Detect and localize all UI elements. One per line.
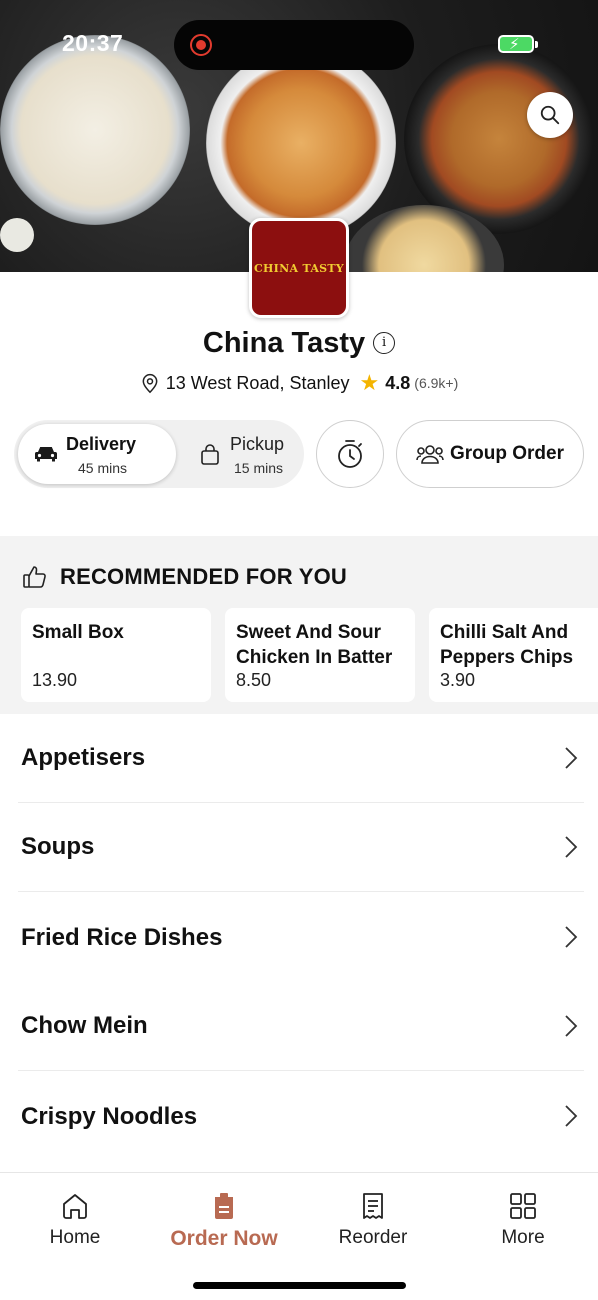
menu-category-fried-rice[interactable]: Fried Rice Dishes bbox=[18, 893, 584, 982]
delivery-time: 45 mins bbox=[78, 460, 128, 476]
tab-reorder[interactable]: Reorder bbox=[298, 1191, 448, 1249]
store-logo-text: CHINA TASTY bbox=[253, 261, 345, 275]
fried-rice-plate bbox=[0, 35, 190, 225]
timer-icon bbox=[338, 440, 362, 468]
chevron-right-icon bbox=[565, 926, 578, 948]
recording-icon bbox=[190, 34, 212, 56]
chevron-right-icon bbox=[565, 836, 578, 858]
tab-more[interactable]: More bbox=[448, 1191, 598, 1249]
info-icon[interactable]: i bbox=[373, 332, 396, 355]
menu-category-appetisers[interactable]: Appetisers bbox=[18, 714, 584, 803]
pickup-label: Pickup bbox=[230, 434, 285, 454]
review-count: (6.9k+) bbox=[414, 375, 459, 391]
recommended-section: RECOMMENDED FOR YOU Small Box 13.90 Swee… bbox=[0, 536, 598, 714]
delivery-label: Delivery bbox=[66, 434, 137, 454]
recommended-item-name: Chilli Salt And Peppers Chips bbox=[440, 622, 574, 668]
dynamic-island bbox=[174, 20, 414, 70]
store-meta: 13 West Road, Stanley ★ 4.8 (6.9k+) bbox=[0, 370, 598, 396]
sauce-dish bbox=[0, 218, 34, 252]
recommended-header: RECOMMENDED FOR YOU bbox=[22, 564, 347, 590]
chevron-right-icon bbox=[565, 1015, 578, 1037]
recommended-card[interactable]: Sweet And Sour Chicken In Batter 8.50 bbox=[225, 608, 415, 702]
store-address: 13 West Road, Stanley bbox=[165, 372, 350, 393]
car-icon bbox=[35, 447, 57, 462]
recommended-card[interactable]: Small Box 13.90 bbox=[21, 608, 211, 702]
tab-more-label: More bbox=[501, 1227, 545, 1248]
battery-icon: ⚡ bbox=[498, 35, 538, 53]
tab-order-now[interactable]: Order Now bbox=[149, 1191, 299, 1251]
menu-category-chow-mein[interactable]: Chow Mein bbox=[18, 982, 584, 1071]
order-mode-switch: Delivery 45 mins Pickup 15 mins bbox=[14, 420, 304, 488]
search-button[interactable] bbox=[527, 92, 573, 138]
grid-icon bbox=[510, 1193, 536, 1219]
menu-category-soups[interactable]: Soups bbox=[18, 803, 584, 892]
tab-home-label: Home bbox=[49, 1227, 101, 1248]
pickup-time: 15 mins bbox=[234, 460, 284, 476]
tab-home[interactable]: Home bbox=[0, 1191, 150, 1249]
status-time: 20:37 bbox=[62, 30, 124, 56]
recommended-item-price: 13.90 bbox=[32, 670, 78, 690]
group-order-label: Group Order bbox=[449, 443, 564, 464]
chevron-right-icon bbox=[565, 747, 578, 769]
recommended-card[interactable]: Chilli Salt And Peppers Chips 3.90 bbox=[429, 608, 598, 702]
recommended-item-name: Sweet And Sour Chicken In Batter bbox=[236, 622, 393, 668]
store-rating: 4.8 bbox=[385, 372, 411, 393]
menu-category-crispy-noodles[interactable]: Crispy Noodles bbox=[18, 1072, 584, 1161]
group-order-button[interactable]: Group Order bbox=[396, 420, 584, 488]
recommended-item-price: 8.50 bbox=[236, 670, 272, 690]
group-users-icon bbox=[416, 445, 444, 464]
bottom-tab-bar: Home Order Now Reorder More bbox=[0, 1172, 598, 1300]
menu-category-label: Chow Mein bbox=[21, 1012, 148, 1039]
menu-category-label: Crispy Noodles bbox=[21, 1102, 198, 1130]
shopping-bag-icon bbox=[201, 444, 219, 465]
star-icon: ★ bbox=[359, 370, 380, 395]
store-logo: CHINA TASTY bbox=[249, 218, 349, 318]
receipt-icon bbox=[363, 1193, 383, 1219]
search-icon bbox=[540, 105, 560, 125]
recommended-title: RECOMMENDED FOR YOU bbox=[60, 564, 347, 589]
location-pin-icon bbox=[142, 373, 158, 394]
menu-category-label: Appetisers bbox=[21, 744, 146, 771]
recommended-item-price: 3.90 bbox=[440, 670, 476, 690]
store-title: China Tasty i bbox=[0, 326, 598, 360]
tab-reorder-label: Reorder bbox=[338, 1227, 408, 1248]
delivery-option[interactable]: Delivery 45 mins bbox=[18, 424, 176, 484]
schedule-button[interactable] bbox=[316, 420, 384, 488]
noodle-plate-center bbox=[206, 48, 396, 238]
home-indicator bbox=[193, 1282, 406, 1289]
menu-category-label: Soups bbox=[21, 833, 95, 860]
home-icon bbox=[63, 1194, 87, 1219]
thumbs-up-icon bbox=[23, 566, 46, 588]
tab-order-now-label: Order Now bbox=[170, 1227, 278, 1250]
menu-category-label: Fried Rice Dishes bbox=[21, 923, 223, 951]
pickup-option[interactable]: Pickup 15 mins bbox=[186, 424, 300, 484]
store-name: China Tasty bbox=[202, 326, 366, 359]
recommended-item-name: Small Box bbox=[32, 622, 124, 643]
order-bag-icon bbox=[215, 1193, 233, 1219]
chevron-right-icon bbox=[565, 1105, 578, 1127]
